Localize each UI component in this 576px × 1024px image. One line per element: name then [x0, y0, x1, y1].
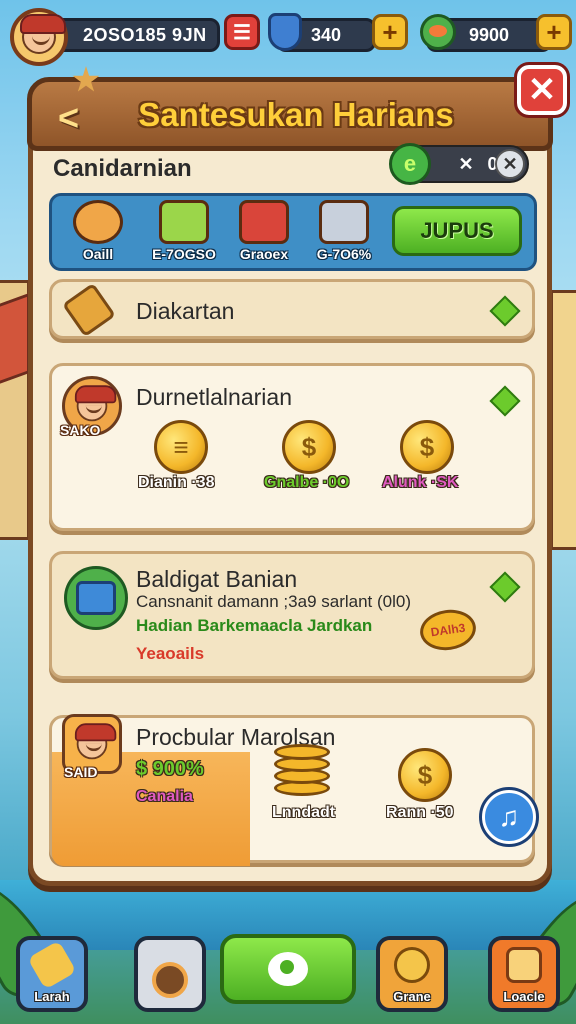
top-hud: 2OSO185 9JN ☰ 340 + 9900 +	[6, 6, 572, 66]
reward-label: Lnndadt	[272, 804, 336, 821]
character-tag: SAKO	[60, 422, 101, 438]
nav-button-camera[interactable]	[134, 936, 206, 1012]
crate-icon	[319, 200, 369, 244]
nav-button-larah[interactable]: Larah	[16, 936, 88, 1012]
coin-icon	[420, 14, 456, 50]
gold-coin-icon	[274, 744, 330, 760]
nav-button-loacle[interactable]: Loacle	[488, 936, 560, 1012]
treasure-chest-icon	[64, 566, 128, 630]
task-description: Cansnanit damann ;3a9 sarlant (0l0)	[136, 592, 411, 611]
percent-label: $ 900%	[136, 758, 204, 780]
sub-label: Canalia	[136, 788, 193, 805]
task-description: Yeaoails	[136, 644, 205, 663]
check-diamond-icon	[489, 385, 521, 417]
scroll-icon	[61, 282, 117, 338]
strip-item-label: E-7OGSO	[152, 246, 216, 262]
energy-x: ✕	[458, 153, 474, 174]
join-button[interactable]: JUPUS	[392, 206, 522, 256]
task-card[interactable]: Baldigat Banian Cansnanit damann ;3a9 sa…	[49, 551, 535, 679]
task-title: Diakartan	[136, 298, 235, 324]
character-icon	[73, 200, 123, 244]
character-face-icon	[74, 385, 117, 422]
task-description: Hadian Barkemaacla Jardkan	[136, 616, 373, 635]
ticket-badge: DAlh3	[417, 606, 479, 654]
mail-icon[interactable]: ☰	[224, 14, 260, 50]
chat-icon	[268, 952, 308, 986]
nav-label: Larah	[34, 989, 70, 1004]
section-label: Canidarnian	[53, 155, 192, 182]
add-coins-button[interactable]: +	[536, 14, 572, 50]
strip-item-label: Oaill	[82, 246, 114, 262]
task-title: Baldigat Banian	[136, 566, 298, 592]
coin-icon	[394, 947, 430, 983]
coin-reward-icon: ≡	[154, 420, 208, 474]
shield-gem-icon	[268, 13, 302, 51]
character-face-icon	[74, 723, 117, 760]
strip-item-label: Graoex	[239, 246, 289, 262]
check-diamond-icon	[489, 571, 521, 603]
avatar-face-icon	[20, 14, 66, 54]
daily-tasks-panel: < Santesukan Harians ✕ Canidarnian e ✕ 0…	[27, 62, 570, 886]
nav-button-grane[interactable]: Grane	[376, 936, 448, 1012]
check-diamond-icon	[489, 295, 521, 327]
camera-icon	[152, 962, 188, 998]
pencil-icon	[27, 940, 77, 990]
energy-icon: e	[389, 143, 431, 185]
background-house-right	[550, 290, 576, 550]
strip-item-label: G-7O6%	[316, 246, 372, 262]
player-name: 2OSO185 9JN	[54, 18, 220, 52]
player-avatar[interactable]	[10, 8, 68, 66]
strip-item[interactable]: E-7OGSO	[144, 200, 224, 262]
panel-header: < Santesukan Harians	[27, 66, 553, 151]
nav-button-chat[interactable]	[220, 934, 356, 1004]
back-button[interactable]: <	[58, 98, 98, 138]
task-card[interactable]: Diakartan	[49, 279, 535, 339]
task-card[interactable]: SAKO Durnetlalnarian ≡ $ $ Dianin ·38 Gn…	[49, 363, 535, 531]
tools-icon[interactable]: ✕	[495, 149, 525, 179]
star-decoration-icon	[72, 66, 100, 92]
leaf-gem-icon	[159, 200, 209, 244]
task-title: Durnetlalnarian	[136, 384, 292, 410]
nav-label: Loacle	[503, 989, 545, 1004]
strip-item[interactable]: Oaill	[58, 200, 138, 262]
coin-reward-icon: $	[282, 420, 336, 474]
add-gems-button[interactable]: +	[372, 14, 408, 50]
bottom-nav: Larah Grane Loacle	[0, 930, 576, 1024]
chest-icon	[239, 200, 289, 244]
reward-strip: Oaill E-7OGSO Graoex G-7O6% JUPUS	[49, 193, 537, 271]
gold-stack-icon	[274, 744, 332, 798]
strip-item[interactable]: G-7O6%	[304, 200, 384, 262]
music-note-button[interactable]: ♫	[479, 787, 539, 847]
task-card[interactable]: SAID Procbular Marolsan $ 900% Canalia L…	[49, 714, 539, 866]
reward-label: Dianin ·38	[138, 474, 215, 491]
map-icon	[506, 947, 542, 983]
reward-label: Rann ·50	[386, 804, 454, 821]
panel-title: Santesukan Harians	[138, 96, 454, 133]
strip-item[interactable]: Graoex	[224, 200, 304, 262]
energy-counter: e ✕ 0 ✕	[389, 143, 529, 185]
character-tag: SAID	[64, 764, 98, 780]
background-roof-left	[0, 292, 30, 388]
coin-reward-icon: $	[398, 748, 452, 802]
coin-reward-icon: $	[400, 420, 454, 474]
nav-label: Grane	[393, 989, 431, 1004]
reward-label: Alunk ·SK	[382, 474, 459, 491]
reward-label: Gnalbe ·0O	[264, 474, 350, 491]
close-button[interactable]: ✕	[514, 62, 570, 118]
